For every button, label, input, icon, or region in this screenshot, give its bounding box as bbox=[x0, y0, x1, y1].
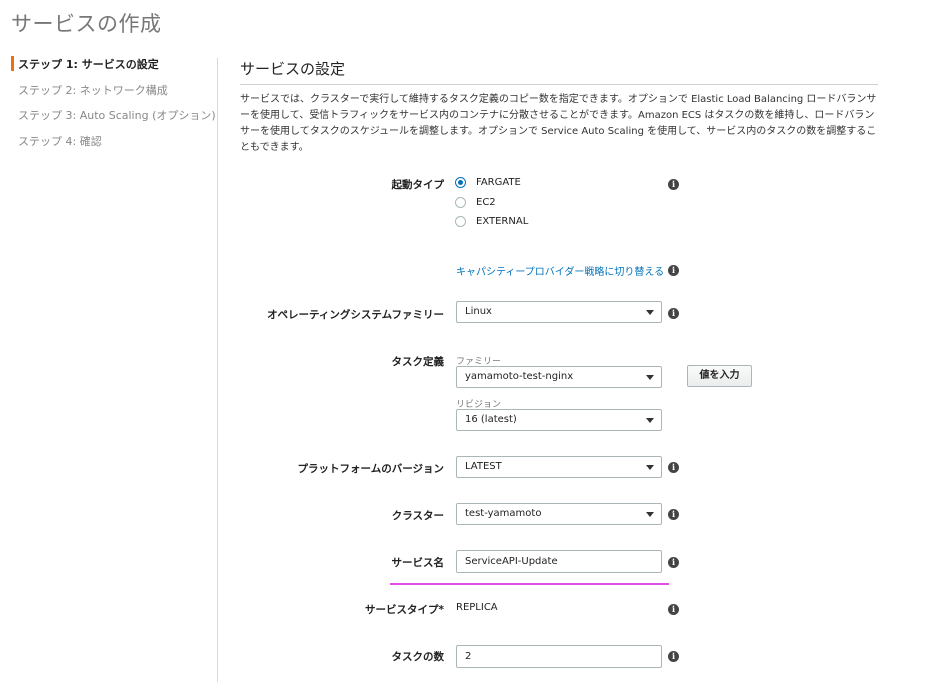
step-3-auto-scaling[interactable]: ステップ 3: Auto Scaling (オプション) bbox=[18, 107, 216, 123]
service-name-label: サービス名 bbox=[391, 557, 445, 569]
page-title: サービスの作成 bbox=[11, 12, 162, 36]
task-family-select[interactable]: yamamoto-test-nginx bbox=[456, 366, 662, 388]
platform-version-label: プラットフォームのバージョン bbox=[297, 463, 444, 475]
service-type-info-icon[interactable]: i bbox=[668, 604, 679, 615]
launch-type-external-option[interactable]: EXTERNAL bbox=[455, 216, 528, 227]
step-4-review[interactable]: ステップ 4: 確認 bbox=[18, 133, 102, 149]
step-1-service-config[interactable]: ステップ 1: サービスの設定 bbox=[18, 56, 159, 72]
radio-external-label: EXTERNAL bbox=[476, 216, 529, 227]
os-family-value: Linux bbox=[465, 306, 492, 317]
platform-version-info-icon[interactable]: i bbox=[668, 462, 679, 473]
cluster-select[interactable]: test-yamamoto bbox=[456, 503, 662, 525]
capacity-provider-info-icon[interactable]: i bbox=[668, 265, 679, 276]
chevron-down-icon bbox=[646, 512, 654, 517]
chevron-down-icon bbox=[646, 375, 654, 380]
radio-fargate-label: FARGATE bbox=[476, 177, 521, 188]
service-name-input[interactable] bbox=[456, 550, 662, 573]
radio-ec2[interactable] bbox=[455, 197, 466, 208]
section-title: サービスの設定 bbox=[240, 60, 346, 78]
launch-type-ec2-option[interactable]: EC2 bbox=[455, 197, 496, 208]
sidebar-divider bbox=[217, 58, 218, 682]
task-count-input[interactable] bbox=[456, 645, 662, 668]
cluster-info-icon[interactable]: i bbox=[668, 509, 679, 520]
task-definition-label: タスク定義 bbox=[391, 356, 445, 368]
os-family-select[interactable]: Linux bbox=[456, 301, 662, 323]
task-count-info-icon[interactable]: i bbox=[668, 651, 679, 662]
service-type-value: REPLICA bbox=[456, 602, 498, 613]
cluster-label: クラスター bbox=[391, 510, 444, 522]
switch-capacity-provider-link[interactable]: キャパシティープロバイダー戦略に切り替える bbox=[456, 263, 664, 278]
launch-type-fargate-option[interactable]: FARGATE bbox=[455, 177, 521, 188]
os-family-info-icon[interactable]: i bbox=[668, 308, 679, 319]
platform-version-select[interactable]: LATEST bbox=[456, 456, 662, 478]
service-type-label: サービスタイプ* bbox=[365, 604, 444, 616]
task-revision-value: 16 (latest) bbox=[465, 414, 517, 425]
launch-type-label: 起動タイプ bbox=[391, 179, 445, 191]
cluster-value: test-yamamoto bbox=[465, 508, 542, 519]
task-family-value: yamamoto-test-nginx bbox=[465, 371, 574, 382]
platform-version-value: LATEST bbox=[465, 461, 502, 472]
step-2-network-config[interactable]: ステップ 2: ネットワーク構成 bbox=[18, 82, 168, 98]
radio-ec2-label: EC2 bbox=[476, 197, 496, 208]
task-count-label: タスクの数 bbox=[391, 651, 445, 663]
section-description: サービスでは、クラスターで実行して維持するタスク定義のコピー数を指定できます。オ… bbox=[240, 94, 877, 153]
enter-value-button[interactable]: 値を入力 bbox=[687, 365, 752, 387]
radio-external[interactable] bbox=[455, 216, 466, 227]
radio-fargate[interactable] bbox=[455, 177, 466, 188]
os-family-label: オペレーティングシステムファミリー bbox=[267, 309, 444, 321]
chevron-down-icon bbox=[646, 465, 654, 470]
service-name-info-icon[interactable]: i bbox=[668, 557, 679, 568]
chevron-down-icon bbox=[646, 310, 654, 315]
section-divider bbox=[240, 84, 878, 85]
highlight-underline bbox=[390, 583, 669, 585]
task-revision-select[interactable]: 16 (latest) bbox=[456, 409, 662, 431]
active-step-marker bbox=[11, 56, 14, 71]
chevron-down-icon bbox=[646, 418, 654, 423]
launch-type-info-icon[interactable]: i bbox=[668, 179, 679, 190]
